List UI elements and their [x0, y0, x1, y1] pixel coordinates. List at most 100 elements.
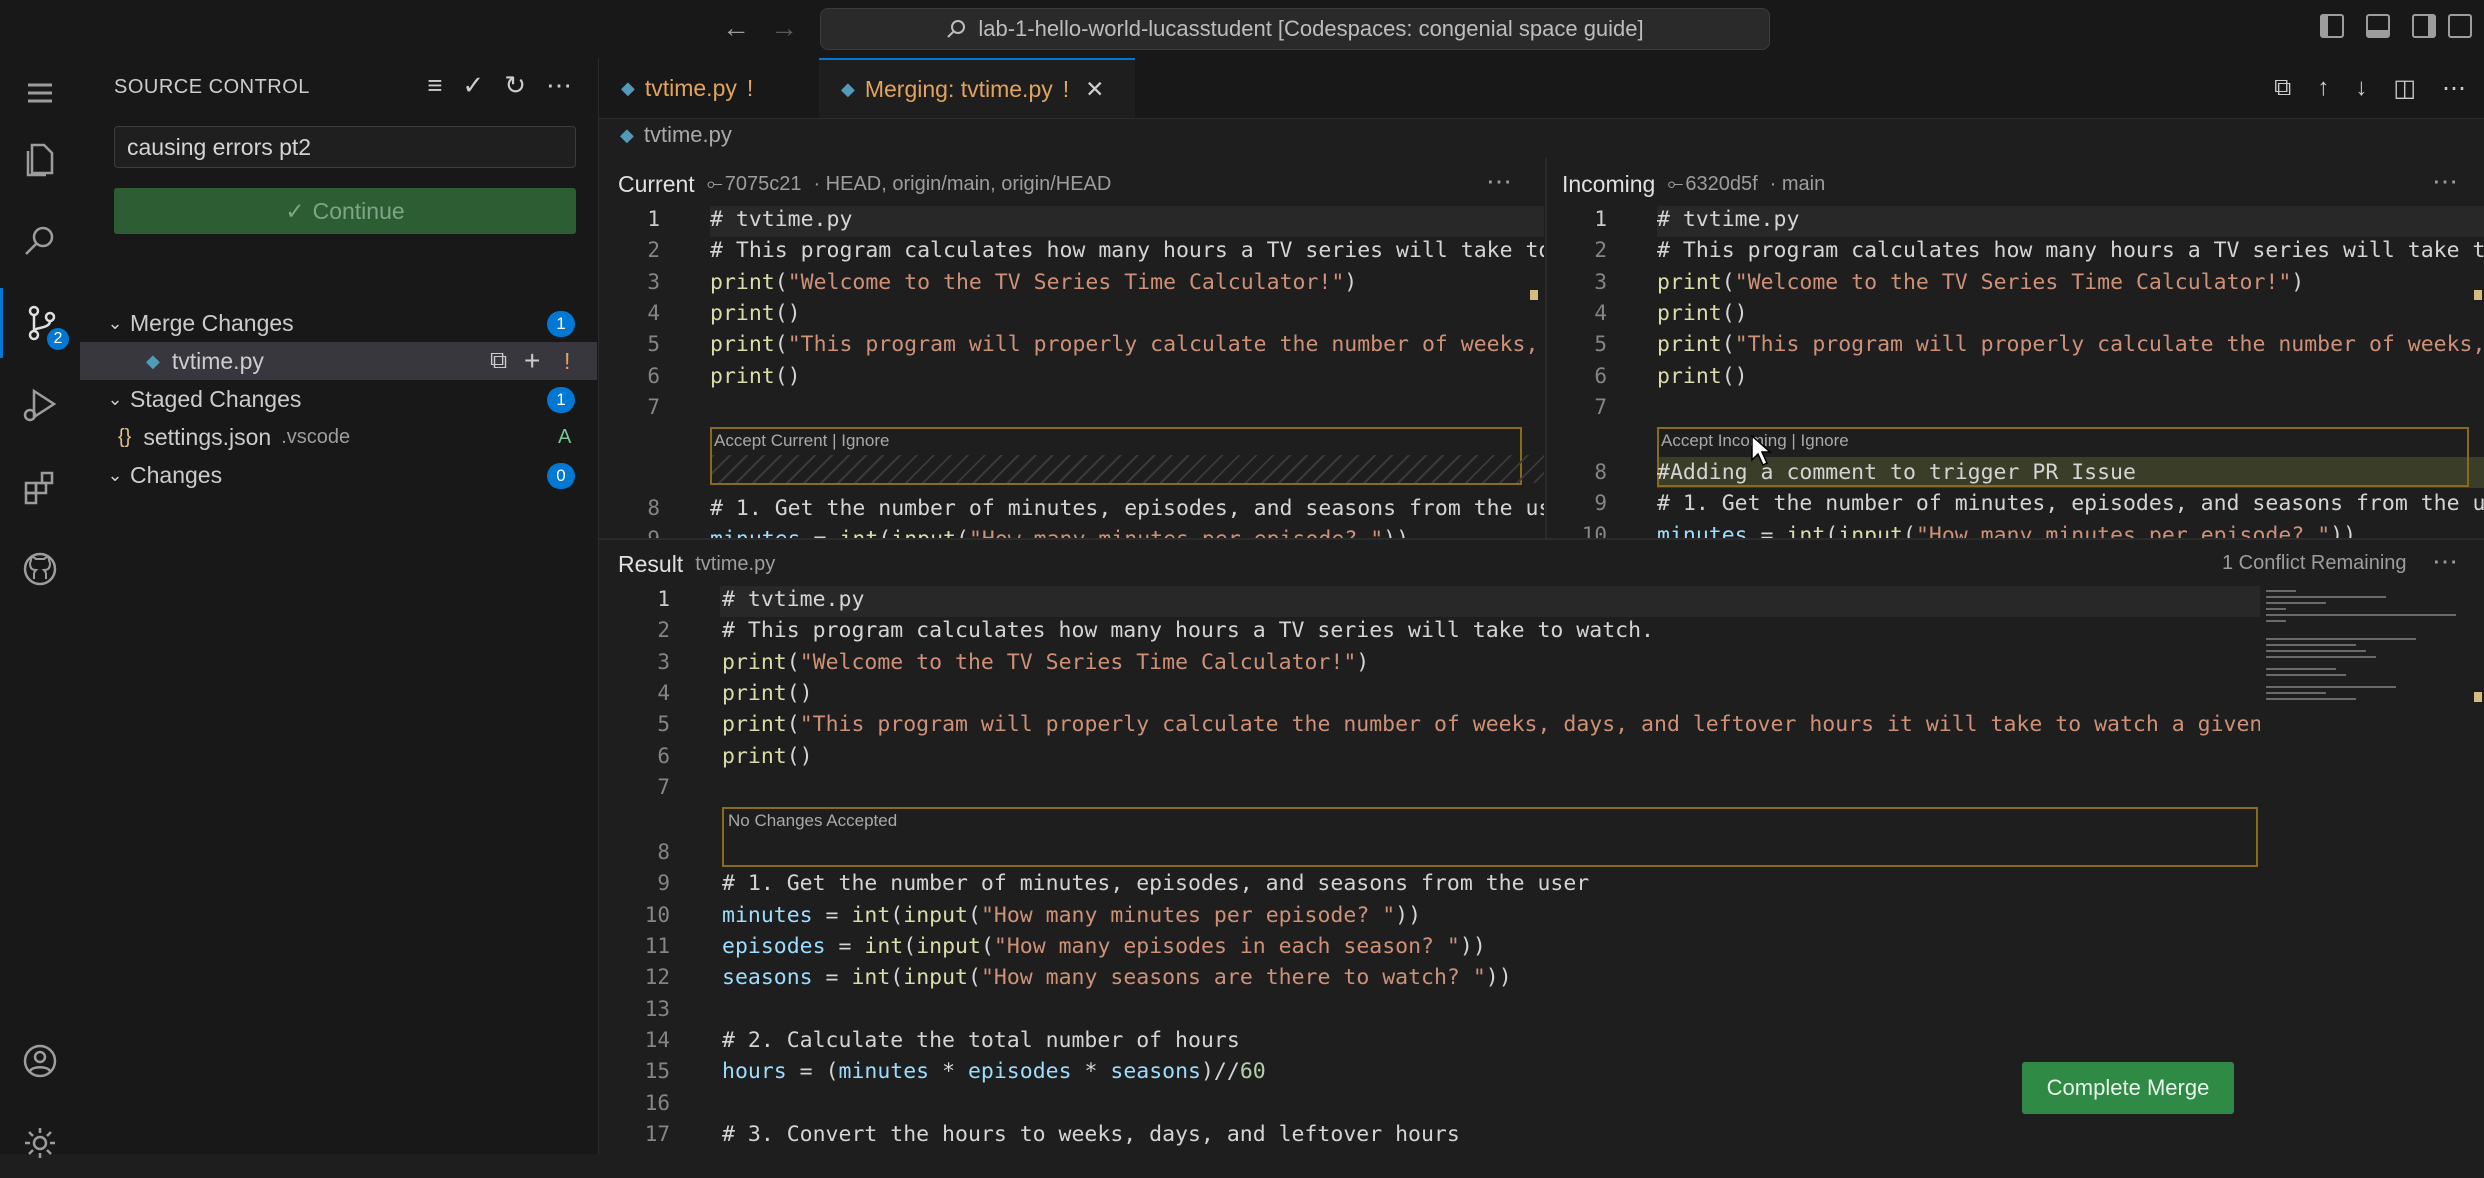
group-label: Merge Changes	[130, 309, 294, 336]
tab-tvtime[interactable]: ◆ tvtime.py !	[599, 58, 817, 118]
back-arrow-icon[interactable]: ←	[722, 12, 750, 44]
previous-conflict-icon[interactable]: ↑	[2317, 74, 2329, 103]
search-icon[interactable]	[0, 206, 80, 276]
merge-file-item[interactable]: ◆ tvtime.py ⧉ + !	[80, 342, 597, 380]
continue-label: Continue	[312, 197, 405, 224]
more-actions-icon[interactable]: ⋯	[2442, 74, 2466, 103]
minimap-line	[2266, 608, 2286, 610]
line-number: 4	[647, 300, 660, 325]
menu-icon[interactable]	[0, 58, 80, 128]
code-line: print()	[722, 680, 813, 706]
open-file-icon[interactable]: ⧉	[490, 347, 507, 375]
staged-changes-group[interactable]: ⌄ Staged Changes 1	[80, 380, 597, 418]
source-control-icon[interactable]: 2	[0, 288, 80, 358]
line-number: 7	[647, 394, 660, 419]
code-line: minutes = int(input("How many minutes pe…	[1657, 522, 2357, 538]
view-as-list-icon[interactable]: ≡	[427, 70, 442, 101]
incoming-pane-header: Incoming ⟜ 6320d5f · main	[1562, 164, 1825, 204]
complete-merge-button[interactable]: Complete Merge	[2022, 1062, 2234, 1114]
extensions-icon[interactable]	[0, 452, 80, 522]
minimap-line	[2266, 692, 2326, 694]
line-number: 1	[1594, 207, 1607, 231]
breadcrumb[interactable]: ◆ tvtime.py	[620, 122, 732, 148]
code-line: episodes = int(input("How many episodes …	[722, 934, 1486, 959]
code-line: # tvtime.py	[1657, 207, 1800, 232]
run-debug-icon[interactable]	[0, 370, 80, 440]
current-refs: · HEAD, origin/main, origin/HEAD	[813, 172, 1112, 195]
minimap-line	[2266, 620, 2286, 622]
result-more-icon[interactable]: ⋯	[2432, 546, 2458, 577]
minimap-line	[2266, 686, 2396, 688]
settings-gear-icon[interactable]	[0, 1108, 80, 1178]
current-title: Current	[618, 170, 695, 197]
explorer-icon[interactable]	[0, 124, 80, 194]
tab-merging[interactable]: ◆ Merging: tvtime.py ! ✕	[819, 58, 1135, 118]
code-line: # This program calculates how many hours…	[1657, 238, 2484, 264]
result-code-pane[interactable]: 1 # tvtime.py 2 # This program calculates h…	[600, 586, 2260, 1154]
file-name: tvtime.py	[171, 347, 264, 374]
changes-group[interactable]: ⌄ Changes 0	[80, 456, 597, 494]
incoming-more-icon[interactable]: ⋯	[2432, 166, 2458, 197]
refresh-icon[interactable]: ↻	[504, 70, 526, 101]
line-number: 5	[1594, 332, 1607, 357]
line-number: 8	[647, 496, 660, 521]
github-icon[interactable]	[0, 534, 80, 604]
current-pane-header: Current ⟜ 7075c21 · HEAD, origin/main, o…	[618, 164, 1111, 204]
merge-changes-group[interactable]: ⌄ Merge Changes 1	[80, 304, 597, 342]
incoming-code-pane[interactable]: 1 # tvtime.py 2 # This program calculates h…	[1547, 206, 2484, 538]
code-line: print()	[1657, 363, 1748, 389]
more-actions-icon[interactable]: ⋯	[546, 70, 572, 101]
next-conflict-icon[interactable]: ↓	[2355, 74, 2367, 103]
code-line: print("This program will properly calcul…	[710, 332, 1544, 358]
open-file-icon[interactable]: ⧉	[2274, 74, 2291, 103]
code-line: print()	[1657, 300, 1748, 326]
result-pane-header: Result tvtime.py	[618, 544, 775, 584]
toggle-sidebar-icon[interactable]	[2320, 14, 2344, 38]
line-number: 3	[647, 269, 660, 294]
command-center-text: lab-1-hello-world-lucasstudent [Codespac…	[978, 16, 1644, 41]
minimap[interactable]	[2262, 586, 2462, 786]
title-bar: ← → lab-1-hello-world-lucasstudent [Code…	[0, 0, 2484, 59]
minimap-line	[2266, 650, 2366, 652]
line-number: 3	[657, 649, 670, 674]
current-more-icon[interactable]: ⋯	[1486, 166, 1512, 197]
line-number: 15	[644, 1059, 670, 1084]
search-icon	[947, 20, 966, 38]
activity-bar: 2	[0, 58, 81, 1158]
minimap-line	[2266, 602, 2326, 604]
scm-badge: 2	[47, 328, 69, 350]
result-title: Result	[618, 550, 684, 577]
conflicts-remaining[interactable]: 1 Conflict Remaining	[2222, 552, 2407, 575]
close-icon[interactable]: ✕	[1085, 76, 1104, 103]
line-number: 5	[647, 332, 660, 357]
conflict-gutter-mark	[2474, 290, 2482, 300]
line-number: 5	[657, 712, 670, 737]
toggle-secondary-sidebar-icon[interactable]	[2412, 14, 2436, 38]
toggle-panel-icon[interactable]	[2366, 14, 2390, 38]
current-code-pane[interactable]: 1 # tvtime.py 2 # This program calculates h…	[600, 206, 1544, 538]
account-icon[interactable]	[0, 1026, 80, 1096]
continue-button[interactable]: ✓ Continue	[114, 188, 576, 234]
conflict-gutter-mark	[2474, 692, 2482, 702]
commit-check-icon[interactable]: ✓	[462, 70, 484, 101]
group-count: 1	[547, 387, 575, 413]
staged-file-item[interactable]: {} settings.json .vscode A	[80, 418, 597, 456]
mouse-cursor-icon	[1751, 434, 1772, 467]
line-number: 9	[657, 871, 670, 896]
code-line: # 2. Calculate the total number of hours	[722, 1027, 1240, 1053]
line-number: 10	[644, 902, 670, 927]
added-status: A	[558, 425, 572, 448]
no-changes-accepted-codelens: No Changes Accepted	[728, 811, 898, 831]
stage-plus-icon[interactable]: +	[524, 345, 540, 377]
forward-arrow-icon[interactable]: →	[770, 12, 798, 44]
customize-layout-icon[interactable]	[2448, 14, 2472, 38]
incoming-commit[interactable]: 6320d5f	[1685, 173, 1757, 196]
current-commit[interactable]: 7075c21	[725, 173, 802, 196]
command-center[interactable]: lab-1-hello-world-lucasstudent [Codespac…	[820, 8, 1770, 50]
code-line: print()	[710, 300, 801, 326]
check-icon: ✓	[285, 197, 305, 224]
code-line: # 1. Get the number of minutes, episodes…	[710, 496, 1544, 522]
code-line: print()	[722, 743, 813, 769]
split-editor-icon[interactable]: ◫	[2393, 74, 2416, 103]
commit-message-input[interactable]: causing errors pt2	[114, 126, 576, 168]
